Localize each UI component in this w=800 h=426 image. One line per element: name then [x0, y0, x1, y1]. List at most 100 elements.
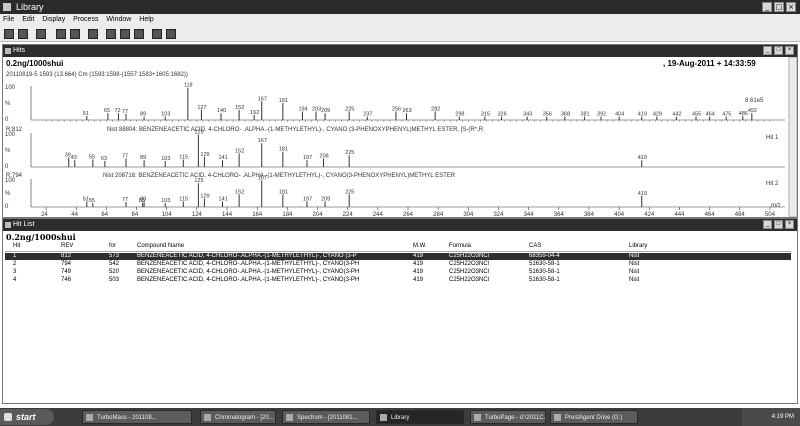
- col-hit-header[interactable]: Hit: [13, 243, 20, 250]
- col-library-header[interactable]: Library: [629, 243, 647, 250]
- col-hit-cell: 1: [13, 253, 17, 259]
- x-tick-label: 304: [463, 212, 474, 217]
- intensity-label: 8.61e5: [745, 98, 764, 104]
- layout-icon[interactable]: [134, 29, 144, 39]
- hit2-peak-label: 129: [200, 194, 209, 200]
- col-formula-header[interactable]: Formula: [449, 243, 471, 250]
- taskbar-item-turbomass[interactable]: TurboMass - 201108...: [82, 410, 192, 424]
- col-cas-cell: 51630-58-1: [529, 261, 560, 267]
- col-compound-name-cell: BENZENEACETIC ACID, 4-CHLORO-.ALPHA.-(1-…: [137, 253, 357, 259]
- search-icon[interactable]: [70, 29, 80, 39]
- col-compound-name-cell: BENZENEACETIC ACID, 4-CHLORO-.ALPHA.-(1-…: [137, 277, 360, 283]
- col-cas-cell: 51630-58-1: [529, 277, 560, 283]
- col-rev-cell: 812: [61, 253, 72, 259]
- x-tick-label: 504: [765, 212, 776, 217]
- vertical-scrollbar[interactable]: [788, 57, 797, 217]
- hit2-peak-label: 115: [179, 196, 188, 202]
- list-icon[interactable]: [106, 29, 116, 39]
- x-tick-label: 64: [101, 212, 108, 217]
- hitlist-body: 1 812 573 BENZENEACETIC ACID, 4-CHLORO-.ALP…: [3, 253, 797, 293]
- zoom-icon[interactable]: [166, 29, 176, 39]
- hit1-peak-label: 152: [235, 148, 244, 154]
- sample-peak-label: 429: [653, 112, 662, 118]
- hit1-peak-label: 115: [179, 155, 188, 161]
- taskbar-item-chromatogram[interactable]: Chromatogram - [20...: [200, 410, 276, 424]
- book-icon[interactable]: [88, 29, 98, 39]
- sample-name: 0.2ng/1000shui: [6, 59, 63, 68]
- taskbar-item-label: TurboMass - 201108...: [97, 415, 157, 421]
- hit2-peak-label: 167: [258, 175, 267, 181]
- sample-peak-label: 203: [312, 107, 321, 113]
- hit1-peak-label: 208: [320, 154, 329, 160]
- col-rev-header[interactable]: REV: [61, 243, 73, 250]
- menu-display[interactable]: Display: [39, 14, 68, 26]
- sample-peak-label: 442: [672, 112, 681, 118]
- col-cas-header[interactable]: CAS: [529, 243, 541, 250]
- col-mw-header[interactable]: M.W.: [413, 243, 427, 250]
- table-row[interactable]: 4 746 503 BENZENEACETIC ACID, 4-CHLORO-.ALP…: [5, 277, 791, 284]
- hit2-peak-label: 55: [89, 198, 95, 204]
- open-icon[interactable]: [4, 29, 14, 39]
- sample-peak-label: 256: [392, 107, 401, 113]
- panel-close-icon[interactable]: ×: [785, 220, 794, 229]
- x-tick-label: 104: [162, 212, 173, 217]
- sample-peak-label: 343: [523, 112, 532, 118]
- hit1-peak-label: 129: [200, 152, 209, 158]
- sample-peak-label: 103: [161, 112, 170, 118]
- table-row[interactable]: 2 794 542 BENZENEACETIC ACID, 4-CHLORO-.ALP…: [5, 261, 791, 268]
- panel-minimize-icon[interactable]: _: [763, 220, 772, 229]
- taskbar-item-label: Spectrum - [2011081...: [297, 415, 358, 421]
- table-row[interactable]: 1 812 573 BENZENEACETIC ACID, 4-CHLORO-.ALP…: [5, 253, 791, 260]
- col-formula-cell: C25H22O3NCl: [449, 261, 490, 267]
- grid-icon[interactable]: [120, 29, 130, 39]
- save-icon[interactable]: [18, 29, 28, 39]
- hit1-y-min-label: 0: [5, 164, 9, 170]
- hitlist-panel: Hit List _ □ × 0.2ng/1000shui Hit REV for C…: [2, 218, 798, 404]
- x-tick-label: 484: [735, 212, 746, 217]
- taskbar-item-label: Chromatogram - [20...: [215, 415, 274, 421]
- table-row[interactable]: 3 749 520 BENZENEACETIC ACID, 4-CHLORO-.ALP…: [5, 269, 791, 276]
- col-library-cell: Nist: [629, 277, 640, 283]
- x-tick-label: 24: [41, 212, 48, 217]
- app-window-icon: [474, 414, 481, 421]
- start-button[interactable]: start: [0, 409, 54, 425]
- x-tick-label: 124: [192, 212, 203, 217]
- copy-icon[interactable]: [56, 29, 66, 39]
- hit1-tag: Hit 1: [766, 135, 779, 141]
- toolbar: [0, 26, 800, 42]
- hit2-header: Nist 208716: BENZENEACETIC ACID, 4-CHLOR…: [103, 173, 456, 179]
- panel-maximize-icon[interactable]: □: [774, 46, 783, 55]
- menu-file[interactable]: File: [0, 14, 17, 26]
- taskbar: start TurboMass - 201108... Chromatogram …: [0, 408, 800, 426]
- col-hit-cell: 4: [13, 277, 17, 283]
- menu-process[interactable]: Process: [70, 14, 101, 26]
- maximize-icon[interactable]: □: [774, 2, 784, 12]
- taskbar-item-library[interactable]: Library: [376, 410, 464, 424]
- menu-help[interactable]: Help: [136, 14, 156, 26]
- col-cas-cell: 51630-58-1: [529, 269, 560, 275]
- sample-y-min-label: 0: [5, 117, 9, 123]
- panel-close-icon[interactable]: ×: [785, 46, 794, 55]
- minimize-icon[interactable]: _: [762, 2, 772, 12]
- x-tick-label: 204: [313, 212, 324, 217]
- col-compound-name-header[interactable]: Compound Name: [137, 243, 184, 250]
- taskbar-item-drive[interactable]: PrestAgent Drive (G:): [550, 410, 638, 424]
- print-icon[interactable]: [36, 29, 46, 39]
- hit1-peak-label: 225: [345, 150, 354, 156]
- hash-icon[interactable]: [152, 29, 162, 39]
- taskbar-item-spectrum[interactable]: Spectrum - [2011081...: [282, 410, 370, 424]
- panel-maximize-icon[interactable]: □: [774, 220, 783, 229]
- col-for-cell: 573: [109, 253, 120, 259]
- taskbar-item-turbopage[interactable]: TurboPage - d:\2011C...: [470, 410, 546, 424]
- hit1-peak-label: 89: [140, 155, 146, 161]
- sample-peak-label: 464: [706, 112, 715, 118]
- col-compound-name-cell: BENZENEACETIC ACID, 4-CHLORO-.ALPHA.-(1-…: [137, 269, 360, 275]
- menu-window[interactable]: Window: [103, 14, 134, 26]
- panel-minimize-icon[interactable]: _: [763, 46, 772, 55]
- menu-edit[interactable]: Edit: [19, 14, 37, 26]
- col-for-cell: 520: [109, 269, 120, 275]
- sample-peak-label: 51: [83, 111, 89, 117]
- x-unit-label: m/z: [771, 203, 781, 209]
- close-icon[interactable]: ×: [786, 2, 796, 12]
- col-for-header[interactable]: for: [109, 243, 116, 250]
